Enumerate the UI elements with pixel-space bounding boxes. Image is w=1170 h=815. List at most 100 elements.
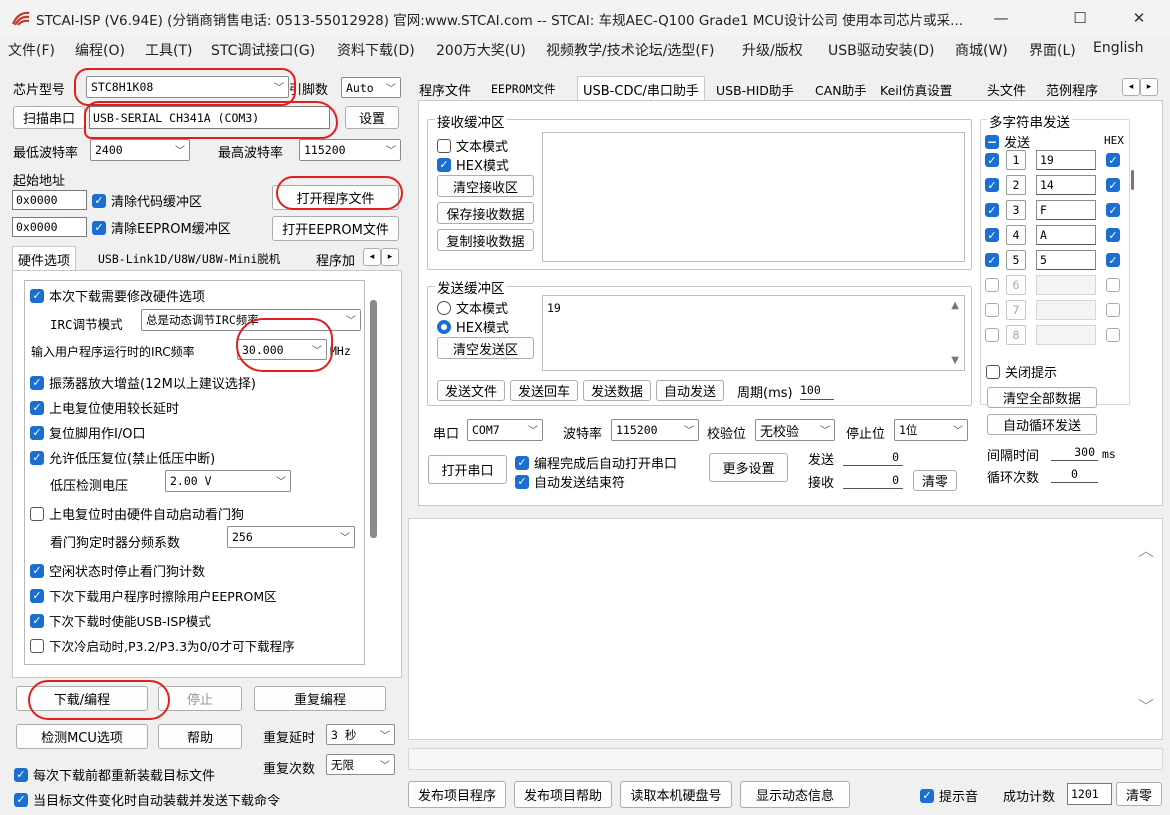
repeat-delay-select[interactable]: 3 秒 ﹀ [326,724,395,745]
interval-input[interactable]: 300 [1051,445,1098,461]
multi-send-index-button[interactable]: 5 [1006,250,1026,270]
multi-send-value[interactable]: 5 [1036,250,1096,270]
menu-english[interactable]: English [1093,40,1144,56]
multi-send-value[interactable] [1036,300,1096,320]
auto-open-checkbox[interactable]: ✓ 编程完成后自动打开串口 [515,453,677,472]
check-icon[interactable]: ✓ [985,228,999,242]
tab-usb-link[interactable]: USB-Link1D/U8W/U8W-Mini脱机 [92,246,286,272]
loop-count-input[interactable]: 0 [1051,467,1098,483]
multi-scrollbar[interactable] [1131,170,1134,190]
port-field[interactable]: USB-SERIAL CH341A (COM3) [89,106,330,129]
chip-select[interactable]: STC8H1K08 ﹀ [86,76,289,98]
recv-hex-mode-checkbox[interactable]: ✓ HEX模式 [437,155,509,174]
maximize-button[interactable]: ☐ [1057,0,1103,36]
checkbox-box[interactable] [1106,303,1120,317]
scroll-down-icon[interactable]: ▼ [951,355,959,366]
checkbox-box[interactable] [985,278,999,292]
menu-usb-driver[interactable]: USB驱动安装(D) [828,40,934,60]
tab-header-files[interactable]: 头文件 [981,76,1032,102]
multi-send-index-button[interactable]: 7 [1006,300,1026,320]
check-icon[interactable]: ✓ [1106,253,1120,267]
minimize-button[interactable]: — [978,0,1024,36]
copy-receive-button[interactable]: 复制接收数据 [437,229,534,251]
close-tip-checkbox[interactable]: 关闭提示 [986,362,1057,381]
send-data-button[interactable]: 发送数据 [583,380,651,401]
tab-eeprom-file[interactable]: EEPROM文件 [485,76,562,102]
more-settings-button[interactable]: 更多设置 [709,453,788,482]
check-icon[interactable]: ✓ [985,178,999,192]
check-icon[interactable]: ✓ [985,153,999,167]
wdt-div-select[interactable]: 256 ﹀ [227,526,355,548]
menu-prize[interactable]: 200万大奖(U) [436,40,526,60]
multi-send-index-button[interactable]: 3 [1006,200,1026,220]
send-cr-button[interactable]: 发送回车 [510,380,578,401]
menu-tools[interactable]: 工具(T) [145,40,192,60]
idle-wdt-checkbox[interactable]: ✓ 空闲状态时停止看门狗计数 [30,561,205,580]
scan-port-button[interactable]: 扫描串口 [13,106,85,129]
clear-send-button[interactable]: 清空发送区 [437,337,534,359]
modify-hw-checkbox[interactable]: ✓ 本次下载需要修改硬件选项 [30,286,205,305]
stop-bit-select[interactable]: 1位 ﹀ [894,419,968,441]
wdt-hw-checkbox[interactable]: 上电复位时由硬件自动启动看门狗 [30,504,244,523]
menu-interface[interactable]: 界面(L) [1029,40,1076,60]
publish-program-button[interactable]: 发布项目程序 [408,781,506,808]
open-program-file-button[interactable]: 打开程序文件 [272,185,399,210]
eeprom-start-address[interactable]: 0x0000 [12,217,87,237]
osc-gain-checkbox[interactable]: ✓ 振荡器放大增益(12M以上建议选择) [30,373,256,392]
clear-success-button[interactable]: 清零 [1116,782,1162,806]
tab-can[interactable]: CAN助手 [809,76,873,102]
send-text-mode-radio[interactable]: 文本模式 [437,298,508,317]
stop-button[interactable]: 停止 [158,686,242,711]
menu-video[interactable]: 视频教学/技术论坛/选型(F) [546,40,714,60]
multi-send-index-button[interactable]: 4 [1006,225,1026,245]
checkbox-box[interactable] [1106,278,1120,292]
port-settings-button[interactable]: 设置 [345,106,399,129]
multi-send-index-button[interactable]: 8 [1006,325,1026,345]
open-serial-button[interactable]: 打开串口 [428,455,507,484]
period-input[interactable]: 100 [800,380,834,400]
menu-store[interactable]: 商城(W) [955,40,1008,60]
show-dynamic-info-button[interactable]: 显示动态信息 [740,781,850,808]
usb-isp-checkbox[interactable]: ✓ 下次下载时使能USB-ISP模式 [30,611,211,630]
help-button[interactable]: 帮助 [158,724,242,749]
close-button[interactable]: ✕ [1116,0,1162,36]
reset-io-checkbox[interactable]: ✓ 复位脚用作I/O口 [30,423,145,442]
multi-send-value[interactable]: 19 [1036,150,1096,170]
tab-serial-assistant[interactable]: USB-CDC/串口助手 [577,76,705,101]
pins-select[interactable]: Auto ﹀ [341,77,401,98]
auto-end-checkbox[interactable]: ✓ 自动发送结束符 [515,472,625,491]
menu-upgrade[interactable]: 升级/版权 [742,40,803,60]
tab-examples[interactable]: 范例程序 [1040,76,1104,102]
clear-count-button[interactable]: 清零 [913,470,957,491]
checkbox-box[interactable] [1106,328,1120,342]
check-icon[interactable]: ✓ [1106,203,1120,217]
clear-code-checkbox[interactable]: ✓ 清除代码缓冲区 [92,191,202,210]
tab-program-file[interactable]: 程序文件 [413,76,477,102]
send-textarea[interactable]: 19 ▲ ▼ [542,295,965,371]
multi-send-value[interactable]: F [1036,200,1096,220]
min-baud-select[interactable]: 2400 ﹀ [90,139,190,161]
check-icon[interactable]: ✓ [1106,178,1120,192]
lv-detect-select[interactable]: 2.00 V ﹀ [165,470,291,492]
irc-freq-select[interactable]: 30.000 ﹀ [237,339,327,360]
erase-eeprom-checkbox[interactable]: ✓ 下次下载用户程序时擦除用户EEPROM区 [30,586,277,605]
auto-send-button[interactable]: 自动发送 [656,380,724,401]
tab-program-encrypt[interactable]: 程序加 [310,246,361,272]
clear-receive-button[interactable]: 清空接收区 [437,175,534,197]
code-start-address[interactable]: 0x0000 [12,190,87,210]
minus-icon[interactable]: − [985,134,999,149]
beep-checkbox[interactable]: ✓ 提示音 [920,786,978,805]
open-eeprom-file-button[interactable]: 打开EEPROM文件 [272,216,399,241]
recv-text-mode-checkbox[interactable]: 文本模式 [437,136,508,155]
check-icon[interactable]: ✓ [1106,153,1120,167]
auto-loop-send-button[interactable]: 自动循环发送 [987,414,1097,435]
multi-send-value[interactable] [1036,275,1096,295]
menu-debug[interactable]: STC调试接口(G) [211,40,315,60]
options-scrollbar[interactable] [370,300,377,538]
check-icon[interactable]: ✓ [985,203,999,217]
irc-mode-select[interactable]: 总是动态调节IRC频率 ﹀ [141,309,361,331]
send-hex-mode-radio[interactable]: HEX模式 [437,317,509,336]
tab-scroll-right-icon[interactable]: ▸ [1140,78,1158,96]
long-delay-checkbox[interactable]: ✓ 上电复位使用较长延时 [30,398,179,417]
max-baud-select[interactable]: 115200 ﹀ [299,139,401,161]
